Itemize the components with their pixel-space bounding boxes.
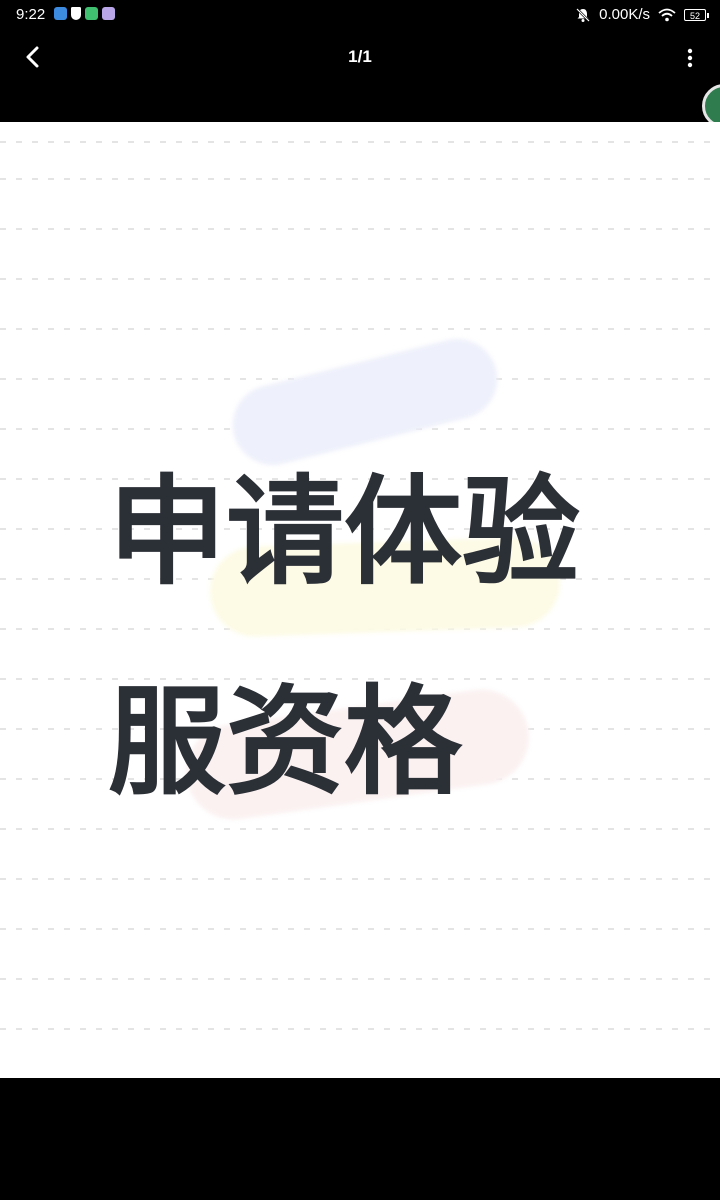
page-indicator: 1/1	[348, 47, 372, 66]
app-notification-icon	[85, 7, 98, 20]
battery-icon: 52	[684, 8, 709, 21]
app-notification-icon	[54, 7, 67, 20]
bell-slash-icon	[576, 7, 591, 22]
status-right: 0.00K/s 52	[575, 6, 709, 23]
image-viewer-screen: 9:22 0.00K/s 52 1/1 申请体验 服资格	[0, 0, 720, 1200]
notification-icons	[54, 7, 115, 20]
battery-level: 52	[689, 10, 700, 21]
vertical-dots-icon[interactable]	[678, 44, 702, 72]
shield-icon	[71, 7, 81, 20]
app-notification-icon	[102, 7, 115, 20]
status-time: 9:22	[16, 6, 46, 23]
image-headline: 申请体验 服资格	[108, 427, 580, 847]
wifi-icon	[658, 8, 676, 21]
viewer-toolbar: 1/1	[0, 30, 720, 86]
displayed-image[interactable]: 申请体验 服资格	[0, 122, 720, 1078]
network-speed: 0.00K/s	[599, 6, 650, 23]
headline-line-1: 申请体验	[108, 463, 581, 601]
status-bar: 9:22 0.00K/s 52	[0, 0, 720, 30]
headline-line-2: 服资格	[108, 673, 463, 811]
